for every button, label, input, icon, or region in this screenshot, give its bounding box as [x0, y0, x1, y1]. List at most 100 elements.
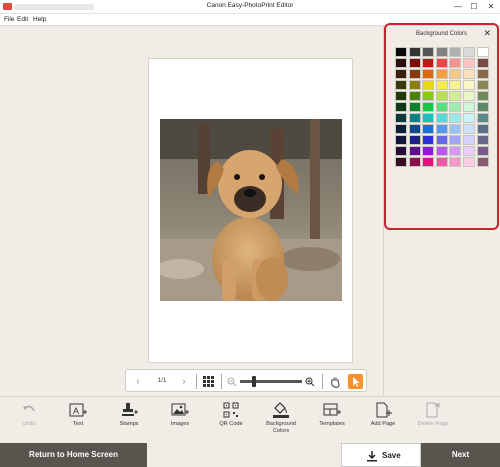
color-swatch[interactable] — [395, 146, 407, 156]
window-close-button[interactable]: ✕ — [485, 1, 497, 13]
color-swatch[interactable] — [435, 80, 448, 90]
color-swatch[interactable] — [449, 124, 462, 134]
color-swatch[interactable] — [476, 91, 489, 101]
color-swatch[interactable] — [422, 157, 435, 167]
color-swatch[interactable] — [395, 135, 407, 145]
color-swatch[interactable] — [395, 80, 407, 90]
undo-button[interactable]: Undo — [2, 402, 56, 442]
color-swatch[interactable] — [408, 47, 421, 57]
print-page[interactable] — [148, 58, 353, 363]
text-button[interactable]: A Text — [51, 402, 105, 442]
zoom-out-button[interactable] — [226, 374, 238, 389]
color-swatch[interactable] — [449, 102, 462, 112]
color-swatch[interactable] — [476, 80, 489, 90]
color-swatch[interactable] — [462, 91, 475, 101]
select-tool-button[interactable] — [348, 374, 363, 389]
color-swatch[interactable] — [462, 113, 475, 123]
color-swatch[interactable] — [476, 102, 489, 112]
color-swatch[interactable] — [395, 113, 407, 123]
color-swatch[interactable] — [422, 146, 435, 156]
color-swatch[interactable] — [395, 157, 407, 167]
color-swatch[interactable] — [408, 157, 421, 167]
color-swatch[interactable] — [449, 135, 462, 145]
color-swatch[interactable] — [476, 113, 489, 123]
color-swatch[interactable] — [476, 47, 489, 57]
color-swatch[interactable] — [422, 58, 435, 68]
color-swatch[interactable] — [449, 69, 462, 79]
hand-tool-button[interactable] — [328, 374, 342, 389]
zoom-in-button[interactable] — [304, 374, 316, 389]
zoom-slider-thumb[interactable] — [251, 376, 256, 387]
next-button[interactable]: Next — [421, 443, 500, 467]
color-swatch[interactable] — [449, 157, 462, 167]
color-swatch[interactable] — [435, 135, 448, 145]
color-swatch[interactable] — [462, 157, 475, 167]
color-swatch[interactable] — [435, 113, 448, 123]
color-swatch[interactable] — [449, 80, 462, 90]
color-swatch[interactable] — [395, 102, 407, 112]
color-swatch[interactable] — [462, 80, 475, 90]
color-swatch[interactable] — [395, 91, 407, 101]
color-swatch[interactable] — [422, 69, 435, 79]
color-swatch[interactable] — [422, 80, 435, 90]
color-swatch[interactable] — [435, 146, 448, 156]
menu-help[interactable]: Help — [33, 16, 46, 23]
color-swatch[interactable] — [435, 124, 448, 134]
color-swatch[interactable] — [435, 157, 448, 167]
color-swatch[interactable] — [395, 47, 407, 57]
color-swatch[interactable] — [422, 135, 435, 145]
color-swatch[interactable] — [435, 69, 448, 79]
color-swatch[interactable] — [408, 80, 421, 90]
color-swatch[interactable] — [408, 69, 421, 79]
return-to-home-button[interactable]: Return to Home Screen — [0, 443, 147, 467]
add-page-button[interactable]: Add Page — [356, 402, 410, 442]
color-swatch[interactable] — [395, 58, 407, 68]
color-swatch[interactable] — [435, 102, 448, 112]
color-swatch[interactable] — [395, 69, 407, 79]
color-swatch[interactable] — [435, 47, 448, 57]
menu-edit[interactable]: Edit — [17, 16, 28, 23]
color-swatch[interactable] — [422, 113, 435, 123]
color-swatch[interactable] — [408, 146, 421, 156]
color-swatch[interactable] — [408, 124, 421, 134]
color-swatch[interactable] — [462, 69, 475, 79]
color-swatch[interactable] — [476, 146, 489, 156]
color-swatch[interactable] — [462, 58, 475, 68]
color-swatch[interactable] — [422, 102, 435, 112]
stamps-button[interactable]: Stamps — [102, 402, 156, 442]
color-swatch[interactable] — [449, 47, 462, 57]
color-swatch[interactable] — [422, 124, 435, 134]
color-swatch[interactable] — [435, 91, 448, 101]
color-swatch[interactable] — [476, 135, 489, 145]
color-swatch[interactable] — [476, 124, 489, 134]
color-swatch[interactable] — [435, 58, 448, 68]
color-swatch[interactable] — [449, 113, 462, 123]
color-swatch[interactable] — [476, 157, 489, 167]
color-swatch[interactable] — [462, 47, 475, 57]
color-swatch[interactable] — [462, 135, 475, 145]
puppy-photo[interactable] — [160, 119, 342, 301]
maximize-button[interactable]: ☐ — [468, 1, 480, 13]
save-button[interactable]: Save — [341, 443, 421, 467]
color-swatch[interactable] — [449, 58, 462, 68]
next-page-button[interactable]: › — [178, 374, 190, 389]
menu-file[interactable]: File — [4, 16, 14, 23]
color-swatch[interactable] — [449, 146, 462, 156]
color-swatch[interactable] — [422, 47, 435, 57]
color-swatch[interactable] — [476, 69, 489, 79]
qr-code-button[interactable]: QR Code — [204, 402, 258, 442]
images-button[interactable]: Images — [153, 402, 207, 442]
minimize-button[interactable]: — — [452, 1, 464, 13]
color-swatch[interactable] — [408, 135, 421, 145]
background-colors-button[interactable]: Background Colors — [254, 402, 308, 442]
color-swatch[interactable] — [408, 58, 421, 68]
color-swatch[interactable] — [462, 124, 475, 134]
color-swatch[interactable] — [422, 91, 435, 101]
previous-page-button[interactable]: ‹ — [132, 374, 144, 389]
panel-close-button[interactable]: ✕ — [483, 28, 491, 39]
color-swatch[interactable] — [449, 91, 462, 101]
templates-button[interactable]: Templates — [305, 402, 359, 442]
delete-page-button[interactable]: Delete Page — [406, 402, 460, 442]
color-swatch[interactable] — [462, 102, 475, 112]
color-swatch[interactable] — [462, 146, 475, 156]
